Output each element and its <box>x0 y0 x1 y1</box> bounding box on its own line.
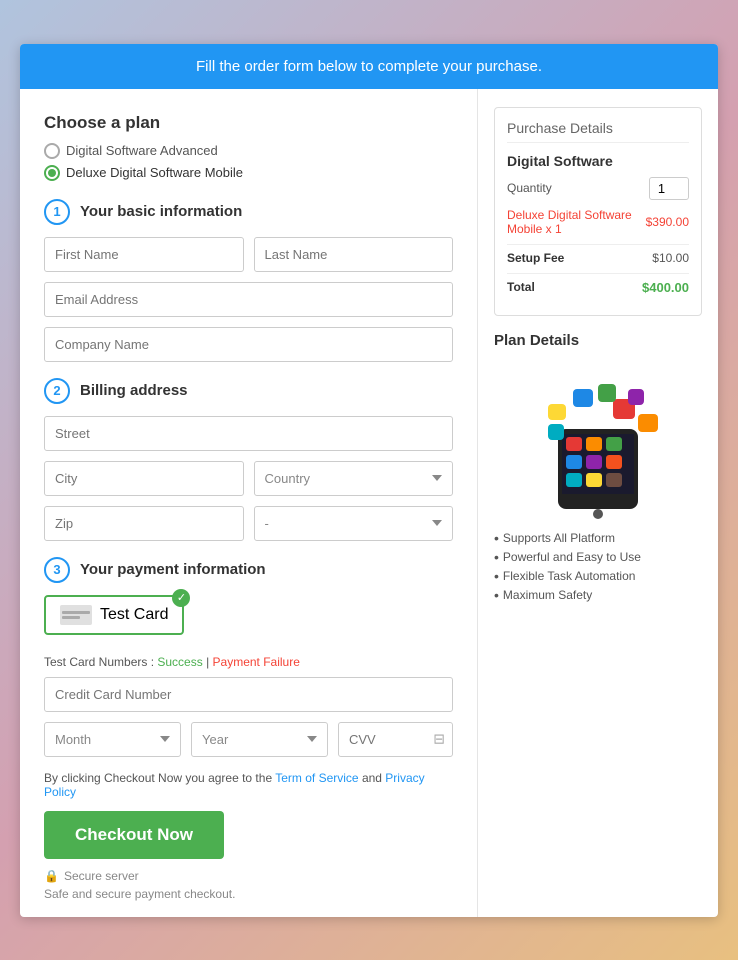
checkout-button[interactable]: Checkout Now <box>44 811 224 859</box>
main-content: Choose a plan Digital Software Advanced … <box>20 89 718 917</box>
terms-prefix: By clicking Checkout Now you agree to th… <box>44 771 275 785</box>
choose-plan-title: Choose a plan <box>44 113 453 133</box>
feature-4-text: Maximum Safety <box>503 588 592 602</box>
plan-option-2[interactable]: Deluxe Digital Software Mobile <box>44 165 453 181</box>
secure-server: 🔒 Secure server <box>44 869 453 883</box>
test-card-label: Test Card <box>100 606 168 624</box>
phone-illustration <box>518 359 678 519</box>
quantity-input[interactable] <box>649 177 689 200</box>
zip-state-row: - <box>44 506 453 541</box>
total-label: Total <box>507 280 535 294</box>
plan-option-1-label: Digital Software Advanced <box>66 143 218 158</box>
step2-title: Billing address <box>80 382 188 399</box>
cvv-wrapper: ⊟ <box>338 722 453 757</box>
radio-advanced <box>44 143 60 159</box>
state-select[interactable]: - <box>254 506 454 541</box>
purchase-details-box: Purchase Details Digital Software Quanti… <box>494 107 702 316</box>
lock-icon: 🔒 <box>44 869 59 883</box>
step3-title: Your payment information <box>80 561 266 578</box>
total-value: $400.00 <box>642 280 689 295</box>
cvv-icon: ⊟ <box>433 731 445 748</box>
product-line-name: Deluxe Digital Software Mobile x 1 <box>507 208 646 236</box>
setup-fee-value: $10.00 <box>652 251 689 265</box>
card-icon-line2 <box>62 616 80 619</box>
step2-circle: 2 <box>44 378 70 404</box>
card-icon-line1 <box>62 611 90 614</box>
email-row <box>44 282 453 317</box>
checkout-terms: By clicking Checkout Now you agree to th… <box>44 771 453 799</box>
cc-input[interactable] <box>44 677 453 712</box>
company-input[interactable] <box>44 327 453 362</box>
left-column: Choose a plan Digital Software Advanced … <box>20 89 478 917</box>
feature-2-text: Powerful and Easy to Use <box>503 550 641 564</box>
card-icon-lines <box>62 611 90 619</box>
step3-circle: 3 <box>44 557 70 583</box>
step1-title: Your basic information <box>80 203 242 220</box>
card-option-wrapper: Test Card ✓ <box>44 595 453 645</box>
total-row: Total $400.00 <box>507 280 689 295</box>
product-line-price: $390.00 <box>646 215 689 229</box>
year-select[interactable]: Year <box>191 722 328 757</box>
pd-product: Digital Software <box>507 153 689 169</box>
plan-features: Supports All Platform Powerful and Easy … <box>494 531 702 602</box>
quantity-row: Quantity <box>507 177 689 200</box>
main-container: Fill the order form below to complete yo… <box>20 44 718 917</box>
company-row <box>44 327 453 362</box>
terms-and: and <box>362 771 385 785</box>
step1-heading: 1 Your basic information <box>44 199 453 225</box>
city-country-row: Country <box>44 461 453 496</box>
safe-text: Safe and secure payment checkout. <box>44 887 453 901</box>
first-name-input[interactable] <box>44 237 244 272</box>
right-column: Purchase Details Digital Software Quanti… <box>478 89 718 917</box>
failure-link[interactable]: Payment Failure <box>213 655 300 669</box>
street-input[interactable] <box>44 416 453 451</box>
city-input[interactable] <box>44 461 244 496</box>
banner-text: Fill the order form below to complete yo… <box>196 58 542 75</box>
test-card-prefix: Test Card Numbers : <box>44 655 157 669</box>
last-name-input[interactable] <box>254 237 454 272</box>
country-select[interactable]: Country <box>254 461 454 496</box>
card-icon <box>60 605 92 625</box>
month-select[interactable]: Month <box>44 722 181 757</box>
plan-option-2-label: Deluxe Digital Software Mobile <box>66 165 243 180</box>
setup-fee-row: Setup Fee $10.00 <box>507 251 689 265</box>
feature-3: Flexible Task Automation <box>494 569 702 583</box>
divider2 <box>507 273 689 274</box>
month-year-cvv-row: Month Year ⊟ <box>44 722 453 757</box>
radio-deluxe <box>44 165 60 181</box>
feature-1: Supports All Platform <box>494 531 702 545</box>
feature-3-text: Flexible Task Automation <box>503 569 636 583</box>
phone-visual <box>494 359 702 519</box>
top-banner: Fill the order form below to complete yo… <box>20 44 718 89</box>
card-check-icon: ✓ <box>172 589 190 607</box>
zip-input[interactable] <box>44 506 244 541</box>
test-card-option[interactable]: Test Card ✓ <box>44 595 184 635</box>
divider1 <box>507 244 689 245</box>
quantity-label: Quantity <box>507 181 552 195</box>
plan-options: Digital Software Advanced Deluxe Digital… <box>44 143 453 181</box>
feature-2: Powerful and Easy to Use <box>494 550 702 564</box>
name-row <box>44 237 453 272</box>
pd-title: Purchase Details <box>507 120 689 143</box>
terms-link[interactable]: Term of Service <box>275 771 358 785</box>
feature-4: Maximum Safety <box>494 588 702 602</box>
plan-details-title: Plan Details <box>494 332 702 349</box>
email-input[interactable] <box>44 282 453 317</box>
test-card-numbers: Test Card Numbers : Success | Payment Fa… <box>44 655 453 669</box>
success-link[interactable]: Success <box>157 655 202 669</box>
step1-circle: 1 <box>44 199 70 225</box>
product-line-row: Deluxe Digital Software Mobile x 1 $390.… <box>507 208 689 236</box>
plan-option-1[interactable]: Digital Software Advanced <box>44 143 453 159</box>
step2-heading: 2 Billing address <box>44 378 453 404</box>
cc-row <box>44 677 453 712</box>
street-row <box>44 416 453 451</box>
secure-label: Secure server <box>64 869 139 883</box>
step3-heading: 3 Your payment information <box>44 557 453 583</box>
feature-1-text: Supports All Platform <box>503 531 615 545</box>
setup-fee-label: Setup Fee <box>507 251 564 265</box>
